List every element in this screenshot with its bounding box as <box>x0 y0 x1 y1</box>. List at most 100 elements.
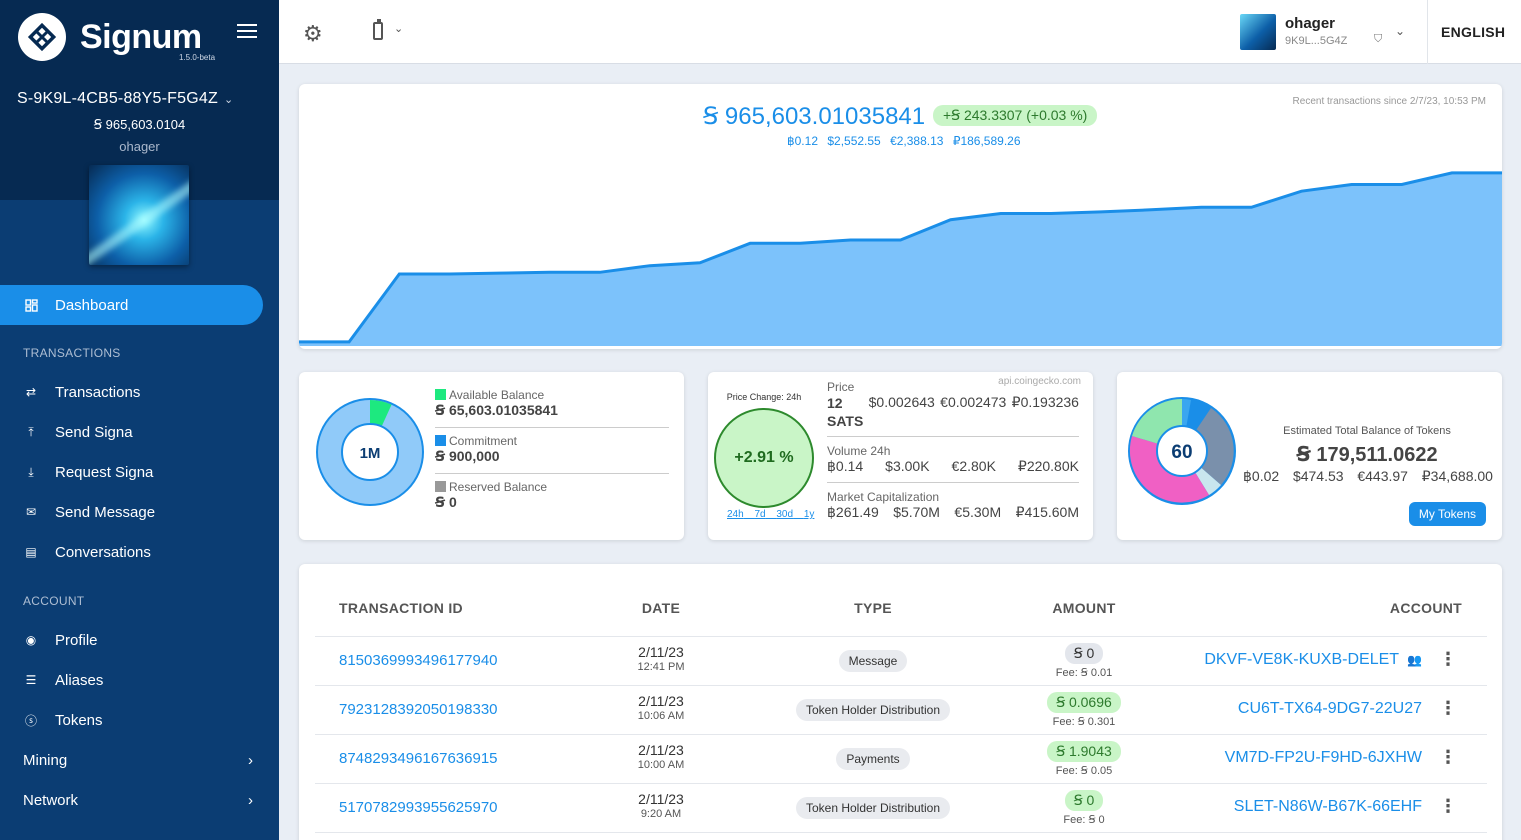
nav-dashboard[interactable]: Dashboard <box>0 285 263 325</box>
more-options-icon[interactable]: ⋮ <box>1439 649 1457 670</box>
more-options-icon[interactable]: ⋮ <box>1439 698 1457 719</box>
nav-label: Profile <box>55 631 98 649</box>
col-date[interactable]: DATE <box>611 600 711 616</box>
balance-area <box>299 172 1502 346</box>
transaction-id-link[interactable]: 8150369993496177940 <box>339 652 498 669</box>
more-options-icon[interactable]: ⋮ <box>1439 796 1457 817</box>
price-sats-unit: SATS <box>827 413 864 429</box>
app-version: 1.5.0-beta <box>179 53 216 62</box>
balance-chart-card: Ꞩ 965,603.01035841 +Ꞩ 243.3307 (+0.03 %)… <box>299 84 1502 349</box>
menu-toggle-icon[interactable] <box>237 24 257 42</box>
col-type[interactable]: TYPE <box>773 600 973 616</box>
recent-transactions-label: Recent transactions since 2/7/23, 10:53 … <box>1292 96 1486 107</box>
col-amount[interactable]: AMOUNT <box>1024 600 1144 616</box>
col-account[interactable]: ACCOUNT <box>1390 600 1462 616</box>
transaction-date: 2/11/23 10:00 AM <box>637 742 685 771</box>
nav-tokens[interactable]: ⓢ Tokens <box>0 700 103 740</box>
transaction-date: 2/11/23 10:06 AM <box>637 693 685 722</box>
commitment-label: Commitment <box>449 434 518 448</box>
row-divider <box>315 783 1487 784</box>
nav-label: Send Signa <box>55 423 133 441</box>
fiat-usd: $2,552.55 <box>827 134 881 148</box>
total-balance: Ꞩ 965,603.01035841 <box>703 103 926 130</box>
aliases-icon: ☰ <box>25 673 37 687</box>
chevron-down-icon[interactable]: ⌄ <box>1395 24 1405 38</box>
price-label: Price <box>827 380 855 394</box>
user-avatar[interactable] <box>1240 14 1276 50</box>
volume-btc: ฿0.14 <box>827 458 864 474</box>
my-tokens-button[interactable]: My Tokens <box>1408 502 1486 526</box>
available-value: Ꞩ 65,603.01035841 <box>435 402 558 418</box>
nav-mining[interactable]: Mining › <box>23 752 253 769</box>
transaction-amount: Ꞩ 1.9043 Fee: Ꞩ 0.05 <box>1024 741 1144 777</box>
swap-arrows-icon: ⇄ <box>25 385 37 399</box>
account-link[interactable]: CU6T-TX64-9DG7-22U27 <box>1238 700 1422 718</box>
account-link[interactable]: VM7D-FP2U-F9HD-6JXHW <box>1225 749 1422 767</box>
section-transactions: TRANSACTIONS <box>23 346 121 360</box>
profile-icon: ◉ <box>25 633 37 647</box>
transaction-id-link[interactable]: 8748293496167636915 <box>339 750 498 767</box>
nav-profile[interactable]: ◉ Profile <box>0 620 98 660</box>
battery-icon[interactable] <box>373 19 383 40</box>
period-7d[interactable]: 7d <box>754 509 765 520</box>
volume-eur: €2.80K <box>951 458 996 474</box>
commitment-value: Ꞩ 900,000 <box>435 448 500 464</box>
period-1y[interactable]: 1y <box>804 509 815 520</box>
reserved-swatch <box>435 481 446 492</box>
divider <box>1427 0 1428 64</box>
price-change-label: Price Change: 24h <box>726 392 802 402</box>
nav-network[interactable]: Network › <box>23 792 253 809</box>
nav-request-signa[interactable]: ⤓ Request Signa <box>0 452 153 492</box>
more-options-icon[interactable]: ⋮ <box>1439 747 1457 768</box>
tokens-donut-chart: 60 <box>1128 397 1236 505</box>
available-swatch <box>435 389 446 400</box>
price-rub: ₽0.193236 <box>1011 394 1079 410</box>
nav-aliases[interactable]: ☰ Aliases <box>0 660 104 700</box>
account-selector[interactable]: S-9K9L-4CB5-88Y5-F5G4Z ⌄ <box>17 90 233 108</box>
section-account: ACCOUNT <box>23 594 85 608</box>
transaction-date: 2/11/23 9:20 AM <box>638 791 684 820</box>
settings-gear-icon[interactable]: ⚙ <box>303 21 323 47</box>
transaction-type: Token Holder Distribution <box>773 699 973 721</box>
fiat-rub: ₽186,589.26 <box>952 134 1021 148</box>
account-link[interactable]: SLET-N86W-B67K-66EHF <box>1234 798 1422 816</box>
tokens-eur: €443.97 <box>1357 468 1408 484</box>
volume-usd: $3.00K <box>885 458 930 474</box>
balance-donut-chart: 1M <box>316 398 424 506</box>
transactions-table: TRANSACTION ID DATE TYPE AMOUNT ACCOUNT … <box>299 564 1502 840</box>
nav-transactions[interactable]: ⇄ Transactions <box>0 372 140 412</box>
volume-rub: ₽220.80K <box>1017 458 1079 474</box>
nav-conversations[interactable]: ▤ Conversations <box>0 532 151 572</box>
download-icon: ⤓ <box>28 464 34 479</box>
col-transaction-id[interactable]: TRANSACTION ID <box>339 600 463 616</box>
volume-label: Volume 24h <box>827 444 891 458</box>
transaction-id-link[interactable]: 7923128392050198330 <box>339 701 498 718</box>
period-24h[interactable]: 24h <box>727 509 744 520</box>
upload-icon: ⤒ <box>28 424 34 439</box>
dashboard-icon <box>23 297 39 313</box>
cap-btc: ฿261.49 <box>827 504 879 520</box>
tokens-usd: $474.53 <box>1292 468 1344 484</box>
user-name[interactable]: ohager <box>1285 15 1335 32</box>
market-stats: Price 12 SATS $0.002643 €0.002473 ₽0.1932… <box>827 380 1079 521</box>
tokens-title: Estimated Total Balance of Tokens <box>1283 425 1451 437</box>
nav-send-message[interactable]: ✉ Send Message <box>0 492 155 532</box>
balance-fiat-values: ฿0.12 $2,552.55 €2,388.13 ₽186,589.26 <box>787 134 1021 148</box>
nav-label: Network <box>23 792 79 809</box>
chat-icon: ▤ <box>25 545 37 559</box>
mail-icon: ✉ <box>25 505 37 519</box>
account-avatar[interactable] <box>89 165 189 265</box>
account-link[interactable]: DKVF-VE8K-KUXB-DELET 👥 <box>1204 651 1422 669</box>
fiat-btc: ฿0.12 <box>787 134 818 148</box>
language-selector[interactable]: ENGLISH <box>1441 24 1505 40</box>
tokens-rub: ₽34,688.00 <box>1421 468 1493 484</box>
nav-send-signa[interactable]: ⤒ Send Signa <box>0 412 133 452</box>
brand[interactable]: Signum <box>18 13 202 61</box>
transaction-amount: Ꞩ 0.0696 Fee: Ꞩ 0.301 <box>1024 692 1144 728</box>
chevron-down-icon[interactable]: ⌄ <box>394 22 403 35</box>
cap-usd: $5.70M <box>893 504 940 520</box>
token-coin-icon: ⓢ <box>24 713 37 728</box>
tokens-total: Ꞩ 179,511.0622 <box>1296 444 1438 466</box>
period-30d[interactable]: 30d <box>776 509 793 520</box>
transaction-id-link[interactable]: 5170782993955625970 <box>339 799 498 816</box>
